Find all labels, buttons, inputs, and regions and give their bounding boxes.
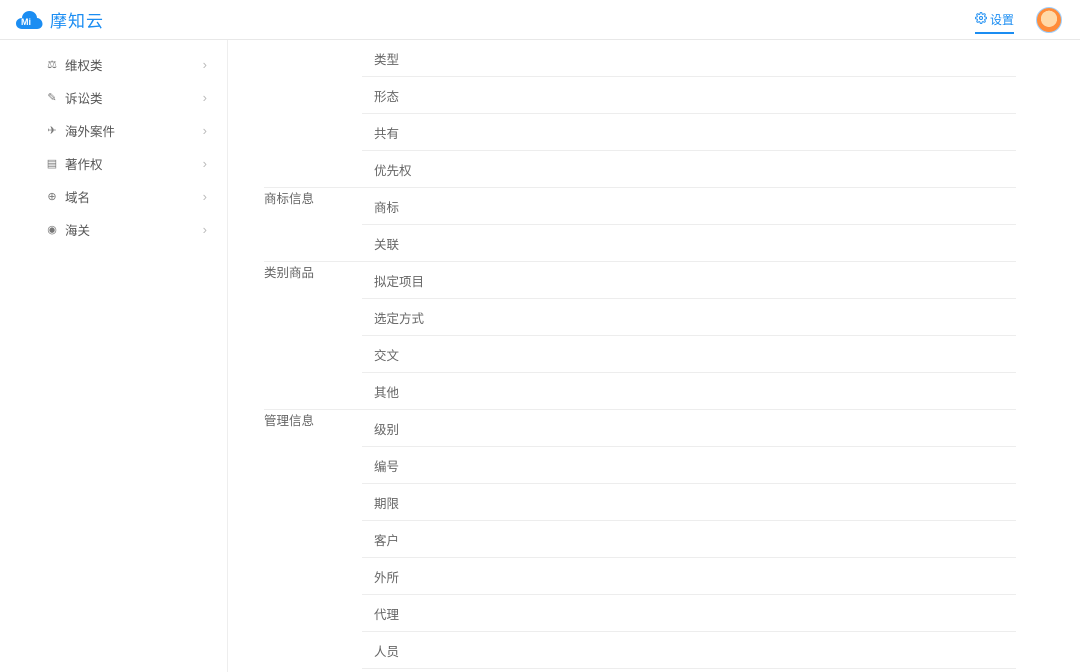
sidebar-item-label: 著作权 — [65, 154, 103, 173]
section-fields: 商标关联 — [362, 188, 1016, 262]
sidebar: ⚖ 维权类 › ✎ 诉讼类 › ✈ 海外案件 › ▤ 著作权 › ⊕ 域名 › ◉ 海关 › — [0, 40, 228, 672]
field-row[interactable]: 类型 — [362, 40, 1016, 77]
section-label — [264, 40, 362, 188]
detail-table: 类型形态共有优先权商标信息商标关联类别商品拟定项目选定方式交文其他管理信息级别编… — [264, 40, 1016, 672]
field-row[interactable]: 优先权 — [362, 151, 1016, 187]
field-row[interactable]: 关联 — [362, 225, 1016, 261]
avatar[interactable] — [1036, 7, 1062, 33]
sidebar-icon: ▤ — [46, 158, 58, 170]
field-row[interactable]: 人员 — [362, 632, 1016, 669]
chevron-right-icon: › — [203, 57, 207, 72]
settings-link[interactable]: 设置 — [975, 11, 1014, 34]
sidebar-icon: ⊕ — [46, 191, 58, 203]
settings-label: 设置 — [990, 11, 1014, 28]
chevron-right-icon: › — [203, 123, 207, 138]
sidebar-icon: ✎ — [46, 92, 58, 104]
field-row[interactable]: 其他 — [362, 373, 1016, 409]
sidebar-item-4[interactable]: ⊕ 域名 › — [0, 180, 227, 213]
brand-logo[interactable]: Mi 摩知云 — [12, 7, 104, 32]
chevron-right-icon: › — [203, 90, 207, 105]
field-row[interactable]: 商标 — [362, 188, 1016, 225]
field-row[interactable]: 编号 — [362, 447, 1016, 484]
field-row[interactable]: 期限 — [362, 484, 1016, 521]
sidebar-item-5[interactable]: ◉ 海关 › — [0, 213, 227, 246]
section-label: 管理信息 — [264, 410, 362, 672]
body: ⚖ 维权类 › ✎ 诉讼类 › ✈ 海外案件 › ▤ 著作权 › ⊕ 域名 › ◉ 海关 › 类型形态共有优先权商… — [0, 40, 1080, 672]
field-row[interactable]: 选定方式 — [362, 299, 1016, 336]
app-header: Mi 摩知云 设置 — [0, 0, 1080, 40]
section-label: 商标信息 — [264, 188, 362, 262]
cloud-icon: Mi — [12, 9, 44, 31]
field-row[interactable]: 客户 — [362, 521, 1016, 558]
sidebar-item-2[interactable]: ✈ 海外案件 › — [0, 114, 227, 147]
field-row[interactable]: 交文 — [362, 336, 1016, 373]
sidebar-icon: ◉ — [46, 224, 58, 236]
header-right: 设置 — [975, 7, 1062, 33]
sidebar-icon: ⚖ — [46, 59, 58, 71]
sidebar-item-label: 域名 — [65, 187, 90, 206]
field-row[interactable]: 外所 — [362, 558, 1016, 595]
sidebar-item-label: 诉讼类 — [65, 88, 103, 107]
sidebar-item-label: 海关 — [65, 220, 90, 239]
section-fields: 类型形态共有优先权 — [362, 40, 1016, 188]
field-row[interactable]: 拟定项目 — [362, 262, 1016, 299]
section-fields: 级别编号期限客户外所代理人员合同账单发票备注 — [362, 410, 1016, 672]
chevron-right-icon: › — [203, 189, 207, 204]
field-row[interactable]: 代理 — [362, 595, 1016, 632]
sidebar-item-label: 海外案件 — [65, 121, 115, 140]
chevron-right-icon: › — [203, 156, 207, 171]
sidebar-item-3[interactable]: ▤ 著作权 › — [0, 147, 227, 180]
field-row[interactable]: 共有 — [362, 114, 1016, 151]
section-fields: 拟定项目选定方式交文其他 — [362, 262, 1016, 410]
detail-panel: 类型形态共有优先权商标信息商标关联类别商品拟定项目选定方式交文其他管理信息级别编… — [228, 40, 1080, 672]
field-row[interactable]: 级别 — [362, 410, 1016, 447]
chevron-right-icon: › — [203, 222, 207, 237]
gear-icon — [975, 12, 987, 27]
field-row[interactable]: 形态 — [362, 77, 1016, 114]
sidebar-icon: ✈ — [46, 125, 58, 137]
svg-text:Mi: Mi — [21, 17, 31, 27]
brand-text: 摩知云 — [50, 7, 104, 32]
sidebar-item-1[interactable]: ✎ 诉讼类 › — [0, 81, 227, 114]
sidebar-item-label: 维权类 — [65, 55, 103, 74]
sidebar-item-0[interactable]: ⚖ 维权类 › — [0, 48, 227, 81]
section-label: 类别商品 — [264, 262, 362, 410]
